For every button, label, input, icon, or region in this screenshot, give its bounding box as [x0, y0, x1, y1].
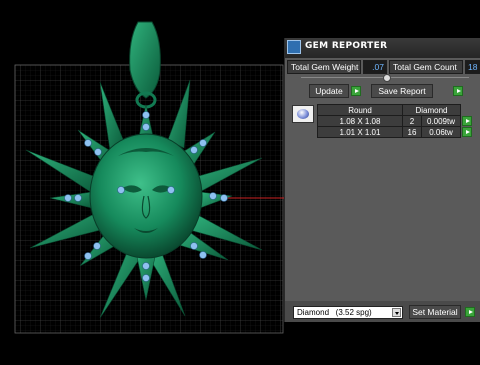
total-gem-weight-label: Total Gem Weight	[287, 60, 361, 74]
total-gem-weight-value: .07	[363, 60, 387, 74]
diamond-gem-thumbnail-icon[interactable]	[292, 105, 314, 123]
gem-size: 1.08 X 1.08	[317, 115, 403, 127]
gem-count: 2	[402, 115, 422, 127]
total-gem-count-label: Total Gem Count	[389, 60, 463, 74]
gem-weight: 0.06tw	[421, 126, 461, 138]
gem-weight: 0.009tw	[421, 115, 461, 127]
chevron-down-icon[interactable]	[392, 308, 401, 317]
header-material: Diamond	[402, 104, 461, 116]
gem-reporter-panel: GEM REPORTER Total Gem Weight .07 Total …	[284, 38, 480, 322]
sun-face	[89, 133, 203, 259]
panel-titlebar[interactable]: GEM REPORTER	[285, 38, 480, 58]
material-dropdown-value: Diamond (3.52 spg)	[297, 308, 372, 317]
slider-handle[interactable]	[383, 74, 391, 82]
set-material-arrow-icon[interactable]	[465, 307, 475, 317]
panel-title: GEM REPORTER	[305, 41, 388, 51]
gem-reporter-app-icon	[287, 40, 301, 54]
gem-size: 1.01 X 1.01	[317, 126, 403, 138]
set-material-button[interactable]: Set Material	[409, 305, 461, 319]
material-bar: Diamond (3.52 spg) Set Material	[285, 301, 480, 322]
update-button[interactable]: Update	[309, 84, 349, 98]
table-row[interactable]: 1.01 X 1.01 16 0.06tw	[317, 126, 474, 138]
total-gem-count-value: 18	[465, 60, 480, 74]
gem-count: 16	[402, 126, 422, 138]
save-report-arrow-icon[interactable]	[453, 86, 463, 96]
row-select-arrow-icon[interactable]	[462, 116, 472, 126]
table-row[interactable]: 1.08 X 1.08 2 0.009tw	[317, 115, 474, 127]
table-header-row: Round Diamond	[317, 104, 474, 116]
gem-report-table: Round Diamond 1.08 X 1.08 2 0.009tw 1.01…	[317, 104, 474, 138]
material-dropdown[interactable]: Diamond (3.52 spg)	[293, 306, 403, 319]
row-select-arrow-icon[interactable]	[462, 127, 472, 137]
save-report-button[interactable]: Save Report	[371, 84, 433, 98]
header-shape: Round	[317, 104, 403, 116]
update-arrow-icon[interactable]	[351, 86, 361, 96]
